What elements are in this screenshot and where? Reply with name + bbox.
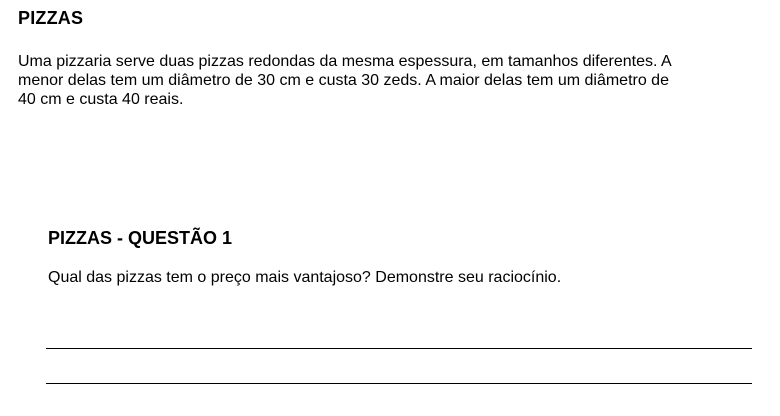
question-text: Qual das pizzas tem o preço mais vantajo… (48, 269, 562, 286)
intro-paragraph: Uma pizzaria serve duas pizzas redondas … (18, 52, 778, 109)
question-title: PIZZAS - QUESTÃO 1 (48, 228, 233, 248)
intro-line: 40 cm e custa 40 reais. (18, 91, 184, 108)
unit-title: PIZZAS (18, 8, 84, 28)
intro-line: Uma pizzaria serve duas pizzas redondas … (18, 53, 672, 70)
intro-line: menor delas tem um diâmetro de 30 cm e c… (18, 72, 669, 89)
answer-line[interactable] (46, 348, 752, 349)
answer-line[interactable] (46, 383, 752, 384)
